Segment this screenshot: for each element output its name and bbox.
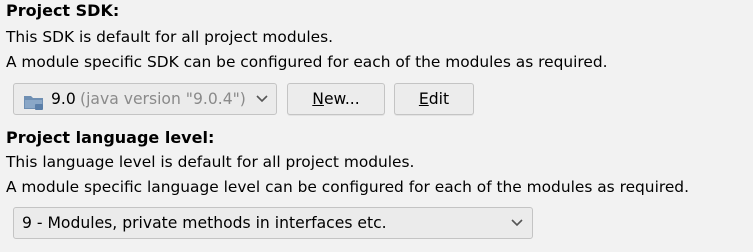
language-level-module-note: A module specific language level can be … [6, 178, 689, 196]
chevron-down-icon [509, 208, 525, 238]
language-level-heading: Project language level: [6, 128, 215, 147]
project-sdk-description: This SDK is default for all project modu… [6, 28, 334, 46]
project-sdk-combobox[interactable]: 9.0 (java version "9.0.4") [13, 83, 277, 115]
edit-button-mnemonic: E [418, 90, 429, 108]
edit-sdk-button[interactable]: Edit [394, 83, 474, 115]
new-button-label: ew... [323, 90, 360, 108]
project-sdk-module-note: A module specific SDK can be configured … [6, 53, 608, 71]
chevron-down-icon [254, 84, 270, 114]
edit-button-label: dit [428, 90, 450, 108]
sdk-version: 9.0 [51, 90, 76, 108]
language-level-value: 9 - Modules, private methods in interfac… [22, 214, 387, 232]
new-button-mnemonic: N [312, 90, 324, 108]
language-level-description: This language level is default for all p… [6, 153, 415, 171]
new-sdk-button[interactable]: New... [287, 83, 385, 115]
folder-icon [23, 91, 45, 110]
project-sdk-heading: Project SDK: [6, 1, 120, 20]
sdk-version-details: (java version "9.0.4") [80, 90, 246, 108]
language-level-combobox[interactable]: 9 - Modules, private methods in interfac… [13, 207, 533, 239]
